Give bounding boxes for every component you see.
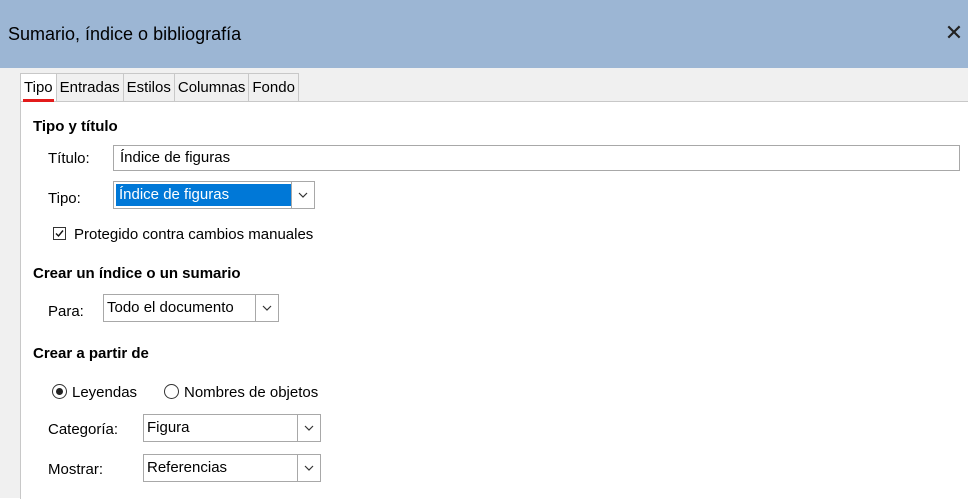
title-label: Título: bbox=[48, 150, 90, 167]
display-value: Referencias bbox=[147, 459, 228, 476]
category-value[interactable]: Figura bbox=[144, 415, 297, 441]
display-dropdown[interactable]: Referencias bbox=[143, 454, 321, 482]
captions-radio[interactable] bbox=[52, 384, 67, 399]
for-dropdown[interactable]: Todo el documento bbox=[103, 294, 279, 322]
title-input[interactable]: Índice de figuras bbox=[113, 145, 960, 171]
chevron-down-icon bbox=[304, 465, 314, 471]
chevron-down-icon bbox=[262, 305, 272, 311]
object-names-radio-label[interactable]: Nombres de objetos bbox=[184, 384, 318, 401]
radio-selected-dot bbox=[56, 388, 63, 395]
for-dropdown-value: Todo el documento bbox=[107, 299, 234, 316]
captions-radio-label[interactable]: Leyendas bbox=[72, 384, 137, 401]
category-dropdown-button[interactable] bbox=[297, 415, 320, 441]
type-dropdown[interactable]: Índice de figuras bbox=[113, 181, 315, 209]
display-dropdown-button[interactable] bbox=[297, 455, 320, 481]
for-dropdown-button[interactable] bbox=[255, 295, 278, 321]
category-combobox[interactable]: Figura bbox=[143, 414, 321, 442]
type-label: Tipo: bbox=[48, 190, 81, 207]
checkmark-icon bbox=[55, 230, 64, 238]
active-tab-indicator bbox=[23, 99, 54, 102]
section-heading-create-index: Crear un índice o un sumario bbox=[33, 265, 241, 282]
close-icon: ✕ bbox=[944, 20, 964, 45]
type-dropdown-button[interactable] bbox=[291, 182, 314, 208]
chevron-down-icon bbox=[298, 192, 308, 198]
object-names-radio[interactable] bbox=[164, 384, 179, 399]
tab-tipo[interactable]: Tipo bbox=[20, 73, 57, 102]
tab-bar: Tipo Entradas Estilos Columnas Fondo bbox=[20, 73, 299, 102]
protected-checkbox[interactable] bbox=[53, 227, 66, 240]
tab-estilos[interactable]: Estilos bbox=[122, 73, 175, 101]
section-heading-create-from: Crear a partir de bbox=[33, 345, 149, 362]
close-button[interactable]: ✕ bbox=[940, 18, 968, 48]
tab-fondo[interactable]: Fondo bbox=[248, 73, 299, 101]
display-label: Mostrar: bbox=[48, 461, 104, 478]
dialog-titlebar: Sumario, índice o bibliografía ✕ bbox=[0, 0, 968, 68]
tab-columnas[interactable]: Columnas bbox=[173, 73, 250, 101]
chevron-down-icon bbox=[304, 425, 314, 431]
protected-label[interactable]: Protegido contra cambios manuales bbox=[74, 226, 313, 243]
tab-entradas[interactable]: Entradas bbox=[55, 73, 124, 101]
section-heading-type-title: Tipo y título bbox=[33, 118, 118, 135]
type-dropdown-value: Índice de figuras bbox=[116, 184, 291, 206]
for-label: Para: bbox=[48, 303, 84, 320]
dialog-title: Sumario, índice o bibliografía bbox=[8, 24, 242, 44]
category-label: Categoría: bbox=[48, 421, 119, 438]
